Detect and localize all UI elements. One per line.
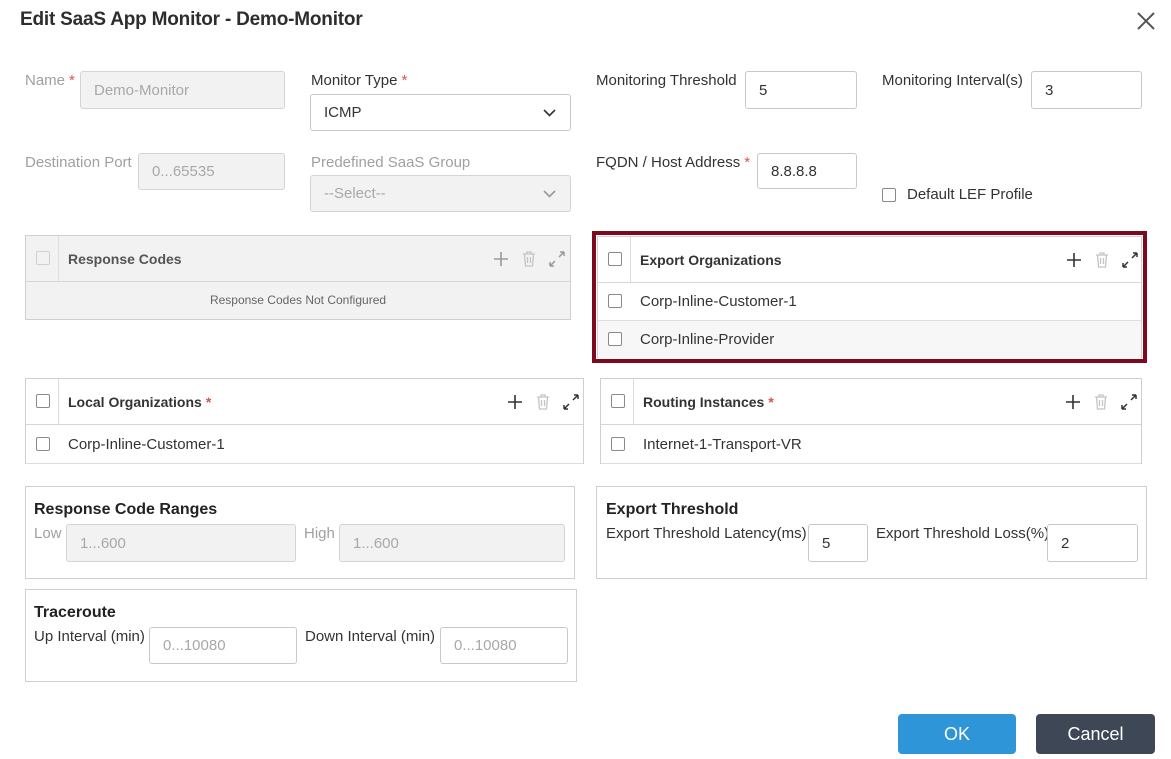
- response-codes-header: Response Codes: [68, 251, 182, 267]
- fqdn-field[interactable]: 8.8.8.8: [757, 153, 857, 189]
- monitoring-threshold-label: Monitoring Threshold: [596, 72, 737, 89]
- export-threshold-loss-label: Export Threshold Loss(%): [876, 525, 1050, 542]
- trash-icon[interactable]: [1092, 250, 1112, 270]
- export-threshold-section: Export Threshold Export Threshold Latenc…: [596, 486, 1147, 579]
- export-organizations-table: Export Organizations Corp-Inline-Custome…: [597, 236, 1142, 359]
- routing-instances-header: Routing Instances *: [643, 394, 774, 410]
- local-organizations-header: Local Organizations *: [68, 394, 212, 410]
- export-organizations-select-all[interactable]: [608, 252, 622, 266]
- default-lef-profile-label: Default LEF Profile: [907, 186, 1033, 203]
- predefined-saas-group-value: --Select--: [324, 185, 386, 202]
- row-checkbox[interactable]: [36, 437, 50, 451]
- ok-button[interactable]: OK: [898, 714, 1016, 754]
- monitoring-interval-label: Monitoring Interval(s): [882, 72, 1023, 89]
- chevron-down-icon: [543, 189, 556, 198]
- trash-icon[interactable]: [1091, 392, 1111, 412]
- cancel-button[interactable]: Cancel: [1036, 714, 1155, 754]
- export-threshold-title: Export Threshold: [606, 501, 739, 518]
- table-row[interactable]: Corp-Inline-Provider: [598, 321, 1141, 359]
- fqdn-label: FQDN / Host Address *: [596, 154, 751, 171]
- routing-instance-name: Internet-1-Transport-VR: [643, 436, 802, 453]
- monitoring-threshold-field[interactable]: 5: [745, 71, 857, 109]
- plus-icon[interactable]: [491, 249, 511, 269]
- export-threshold-latency-field[interactable]: 5: [808, 524, 868, 562]
- table-row[interactable]: Corp-Inline-Customer-1: [26, 426, 583, 464]
- export-organization-name: Corp-Inline-Customer-1: [640, 293, 797, 310]
- trash-icon[interactable]: [533, 392, 553, 412]
- export-threshold-loss-field[interactable]: 2: [1047, 524, 1138, 562]
- routing-instances-table: Routing Instances * Internet-1-Transport-…: [600, 378, 1142, 464]
- local-organizations-select-all[interactable]: [36, 394, 50, 408]
- response-codes-empty: Response Codes Not Configured: [209, 293, 387, 307]
- high-field[interactable]: 1...600: [339, 524, 565, 562]
- row-checkbox[interactable]: [611, 437, 625, 451]
- response-codes-table: Response Codes Response Codes Not Config…: [25, 235, 571, 320]
- up-interval-field[interactable]: 0...10080: [149, 627, 297, 664]
- monitoring-interval-field[interactable]: 3: [1031, 71, 1142, 109]
- expand-icon[interactable]: [1120, 250, 1140, 270]
- down-interval-field[interactable]: 0...10080: [440, 627, 568, 664]
- name-label: Name *: [25, 72, 75, 89]
- predefined-saas-group-select[interactable]: --Select--: [310, 175, 571, 212]
- chevron-down-icon: [543, 108, 556, 117]
- monitor-type-select[interactable]: ICMP: [310, 94, 571, 131]
- close-icon[interactable]: [1133, 8, 1159, 34]
- destination-port-field[interactable]: 0...65535: [138, 153, 285, 190]
- predefined-saas-group-label: Predefined SaaS Group: [311, 154, 471, 171]
- export-organization-name: Corp-Inline-Provider: [640, 331, 775, 348]
- traceroute-title: Traceroute: [34, 604, 116, 621]
- plus-icon[interactable]: [1064, 250, 1084, 270]
- trash-icon[interactable]: [519, 249, 539, 269]
- table-row[interactable]: Corp-Inline-Customer-1: [598, 283, 1141, 321]
- name-field[interactable]: Demo-Monitor: [80, 71, 285, 109]
- row-checkbox[interactable]: [608, 332, 622, 346]
- dialog-title: Edit SaaS App Monitor - Demo-Monitor: [20, 9, 363, 30]
- default-lef-profile[interactable]: Default LEF Profile: [882, 186, 1033, 203]
- expand-icon[interactable]: [547, 249, 567, 269]
- destination-port-label: Destination Port: [25, 154, 132, 171]
- row-checkbox[interactable]: [608, 294, 622, 308]
- plus-icon[interactable]: [1063, 392, 1083, 412]
- monitor-type-value: ICMP: [324, 104, 362, 121]
- response-code-ranges-title: Response Code Ranges: [34, 501, 218, 518]
- down-interval-label: Down Interval (min): [305, 628, 436, 645]
- expand-icon[interactable]: [561, 392, 581, 412]
- high-label: High: [304, 525, 335, 542]
- monitor-type-label: Monitor Type *: [311, 72, 408, 89]
- table-row[interactable]: Internet-1-Transport-VR: [601, 426, 1141, 464]
- plus-icon[interactable]: [505, 392, 525, 412]
- routing-instances-select-all[interactable]: [611, 394, 625, 408]
- low-field[interactable]: 1...600: [66, 524, 296, 562]
- low-label: Low: [34, 525, 62, 542]
- expand-icon[interactable]: [1119, 392, 1139, 412]
- up-interval-label: Up Interval (min): [34, 628, 145, 645]
- local-organizations-table: Local Organizations * Corp-Inline-Custome…: [25, 378, 584, 464]
- response-code-ranges-section: Response Code Ranges Low 1...600 High 1.…: [25, 486, 575, 579]
- default-lef-profile-checkbox[interactable]: [882, 187, 896, 202]
- export-threshold-latency-label: Export Threshold Latency(ms): [606, 525, 807, 542]
- local-organization-name: Corp-Inline-Customer-1: [68, 436, 225, 453]
- response-codes-select-all[interactable]: [36, 251, 50, 265]
- traceroute-section: Traceroute Up Interval (min) 0...10080 D…: [25, 589, 577, 682]
- export-organizations-header: Export Organizations: [640, 252, 782, 268]
